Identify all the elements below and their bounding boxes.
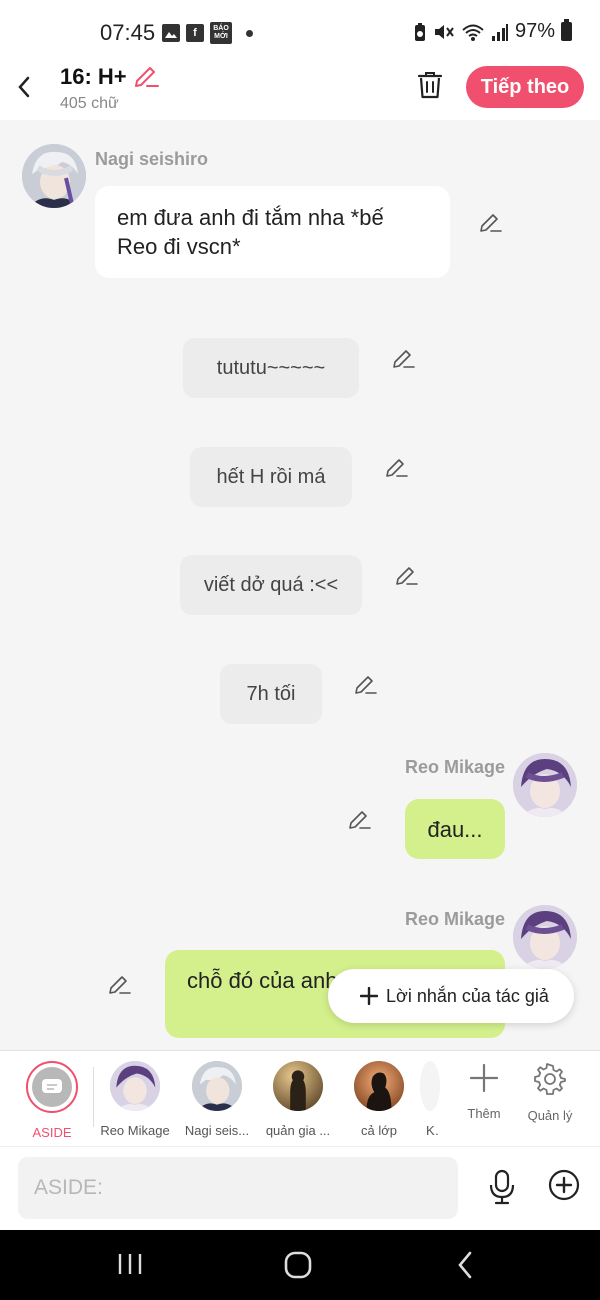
avatar [354, 1061, 404, 1111]
input-bar [0, 1146, 600, 1230]
author-note-button[interactable]: Lời nhắn của tác giả [328, 969, 574, 1023]
manage-label: Quản lý [527, 1108, 573, 1123]
avatar [110, 1061, 160, 1111]
edit-message-pencil-icon[interactable] [392, 346, 416, 375]
aside-bubble[interactable]: tututu~~~~~ [183, 338, 359, 398]
sender-name: Reo Mikage [405, 757, 506, 777]
comment-icon [42, 1079, 62, 1093]
character-partial[interactable]: Ka [420, 1061, 440, 1138]
home-icon[interactable] [283, 1250, 313, 1285]
wifi-icon [462, 24, 484, 41]
character-bar: ASIDE Reo Mikage Nagi seis... quản gia .… [0, 1050, 600, 1146]
character-aside[interactable]: ASIDE [11, 1061, 93, 1140]
status-bar: 07:45 f BÁO MỚI 97% [0, 0, 600, 62]
avatar-reo[interactable] [513, 753, 577, 817]
back-icon[interactable] [12, 72, 36, 102]
character-label: Reo Mikage [100, 1123, 170, 1138]
edit-message-pencil-icon[interactable] [479, 210, 503, 239]
status-time: 07:45 [100, 20, 156, 45]
edit-message-pencil-icon[interactable] [108, 972, 132, 1001]
news-icon: BÁO MỚI [210, 22, 232, 44]
avatar [273, 1061, 323, 1111]
avatar-reo[interactable] [513, 905, 577, 969]
status-notification-icons: f BÁO MỚI [162, 22, 253, 44]
message-bubble[interactable]: em đưa anh đi tắm nha *bế Reo đi vscn* [95, 186, 450, 278]
gallery-icon [162, 24, 180, 42]
avatar [420, 1061, 440, 1111]
message-bubble[interactable]: đau... [405, 799, 505, 859]
sender-name: Reo Mikage [405, 909, 506, 929]
character-label: cả lớp [361, 1123, 397, 1138]
battery-saver-icon [414, 22, 425, 41]
notification-dot-icon [246, 29, 253, 37]
sender-name: Nagi seishiro [95, 149, 209, 169]
edit-message-pencil-icon[interactable] [385, 455, 409, 484]
chat-area[interactable]: Nagi seishiro em đưa anh đi tắm nha *bế … [0, 120, 600, 1050]
character-nagi-seishiro[interactable]: Nagi seis... [176, 1061, 258, 1138]
plus-icon [360, 987, 378, 1005]
word-count: 405 chữ [60, 95, 119, 112]
aside-bubble[interactable]: hết H rồi má [190, 447, 352, 507]
recent-apps-icon[interactable] [116, 1250, 144, 1283]
character-reo-mikage[interactable]: Reo Mikage [94, 1061, 176, 1138]
character-label: quản gia ... [265, 1123, 331, 1138]
character-label: ASIDE [32, 1125, 72, 1140]
character-label: Ka [426, 1123, 440, 1138]
plus-icon [469, 1063, 499, 1093]
facebook-icon: f [186, 24, 204, 42]
add-circle-icon[interactable] [548, 1169, 580, 1206]
chapter-title: 16: H+ [60, 64, 127, 89]
battery-icon [561, 19, 572, 41]
battery-percent: 97% [514, 20, 555, 42]
add-label: Thêm [467, 1106, 501, 1121]
add-character-button[interactable]: Thêm [454, 1063, 514, 1121]
aside-bubble[interactable]: viết dở quá :<< [180, 555, 362, 615]
character-ca-lop[interactable]: cả lớp [338, 1061, 420, 1138]
back-nav-icon[interactable] [454, 1250, 478, 1285]
manage-characters-button[interactable]: Quản lý [520, 1063, 580, 1123]
character-label: Nagi seis... [184, 1123, 250, 1138]
avatar [192, 1061, 242, 1111]
message-input[interactable] [18, 1157, 458, 1219]
mute-icon [434, 24, 454, 39]
microphone-icon[interactable] [488, 1169, 516, 1210]
edit-title-pencil-icon[interactable] [133, 63, 161, 94]
system-nav-bar [0, 1230, 600, 1300]
author-note-label: Lời nhắn của tác giả [386, 985, 549, 1006]
signal-icon [491, 23, 508, 41]
next-button[interactable]: Tiếp theo [466, 66, 584, 108]
edit-message-pencil-icon[interactable] [395, 563, 419, 592]
character-quan-gia[interactable]: quản gia ... [257, 1061, 339, 1138]
edit-message-pencil-icon[interactable] [354, 672, 378, 701]
status-system-icons: 97% [413, 19, 572, 43]
avatar-nagi[interactable] [22, 144, 86, 208]
aside-bubble[interactable]: 7h tối [220, 664, 322, 724]
edit-message-pencil-icon[interactable] [348, 807, 372, 836]
gear-icon [534, 1063, 566, 1095]
trash-icon[interactable] [416, 70, 444, 105]
aside-avatar [26, 1061, 78, 1113]
header: 16: H+ 405 chữ Tiếp theo [0, 62, 600, 120]
